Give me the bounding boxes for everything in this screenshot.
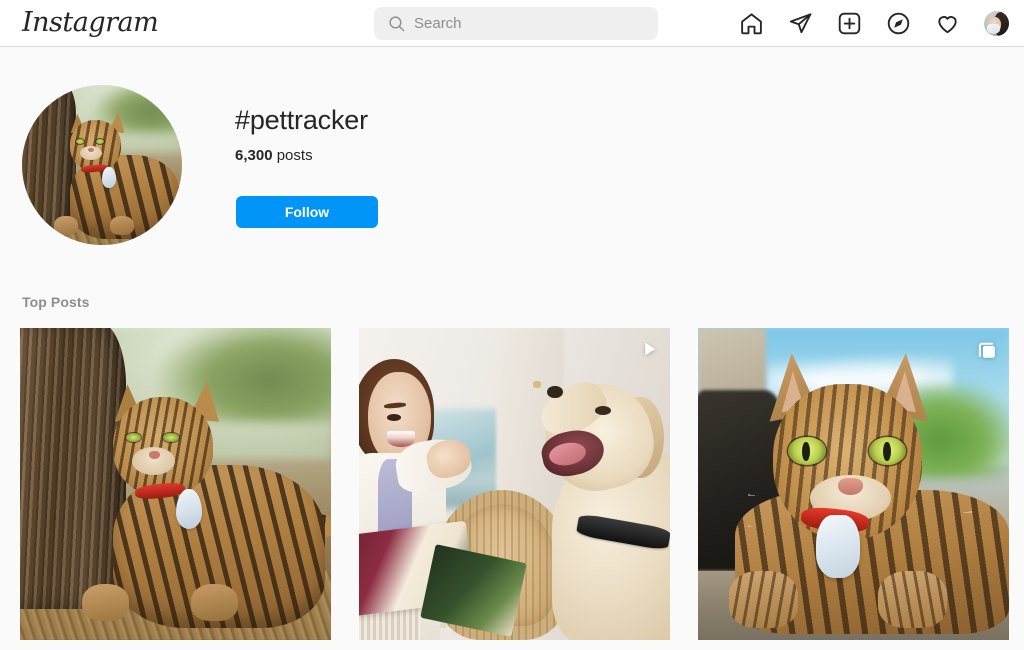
- carousel-icon: [976, 339, 998, 366]
- post-3-photo: [698, 328, 1009, 640]
- search-input[interactable]: [414, 15, 624, 32]
- activity-heart-icon[interactable]: [935, 11, 960, 36]
- new-post-icon[interactable]: [837, 11, 862, 36]
- follow-button[interactable]: Follow: [236, 196, 378, 228]
- post-count-label: posts: [276, 147, 313, 164]
- post-1-photo: [20, 328, 331, 640]
- instagram-logo[interactable]: Instagram: [22, 8, 159, 38]
- messenger-icon[interactable]: [788, 11, 813, 36]
- post-2-photo: [359, 328, 670, 640]
- post-count: 6,300 posts: [235, 146, 313, 166]
- post-thumbnail-3[interactable]: [698, 328, 1009, 640]
- post-thumbnail-2[interactable]: [359, 328, 670, 640]
- search-field-container[interactable]: [374, 7, 658, 40]
- hashtag-header: #pettracker 6,300 posts Follow: [0, 47, 1024, 282]
- hashtag-avatar[interactable]: [22, 85, 182, 245]
- nav-icon-group: [739, 0, 1009, 47]
- search-icon: [388, 15, 405, 32]
- home-icon[interactable]: [739, 11, 764, 36]
- profile-avatar-photo: [984, 11, 1009, 36]
- play-icon: [639, 339, 659, 364]
- top-posts-label: Top Posts: [22, 294, 90, 310]
- post-count-value: 6,300: [235, 147, 273, 164]
- explore-icon[interactable]: [886, 11, 911, 36]
- profile-avatar[interactable]: [984, 11, 1009, 36]
- page-title: #pettracker: [235, 105, 368, 135]
- top-posts-grid: [20, 328, 1010, 640]
- top-navigation-bar: Instagram: [0, 0, 1024, 47]
- hashtag-avatar-photo: [22, 85, 182, 245]
- post-thumbnail-1[interactable]: [20, 328, 331, 640]
